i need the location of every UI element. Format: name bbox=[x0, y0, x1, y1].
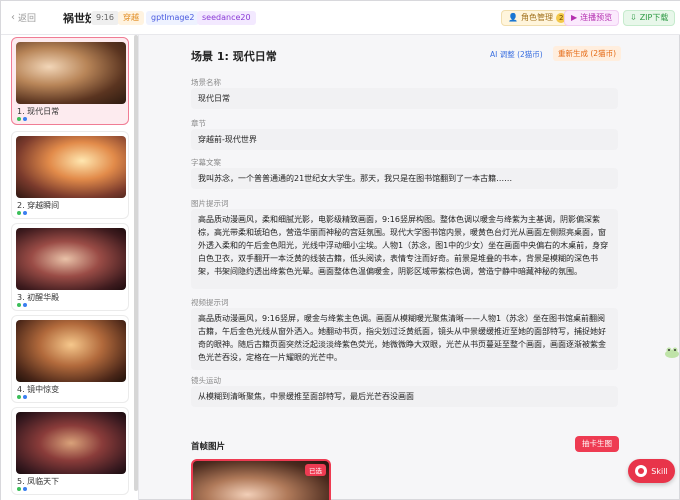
video-status-dot bbox=[23, 395, 27, 399]
github-icon bbox=[635, 465, 648, 477]
scene-editor: 场景 1: 现代日常 AI 调整 (2猫币) 重新生成 (2猫币) 场景名称 现… bbox=[151, 35, 651, 500]
skill-button[interactable]: Skill bbox=[628, 459, 675, 483]
subtitle-field[interactable]: 我叫苏念，一个普普通通的21世纪女大学生。那天，我只是在图书馆翻到了一本古籍…… bbox=[191, 168, 618, 189]
scene-thumbnail bbox=[16, 320, 126, 382]
video-prompt-field[interactable]: 高品质动漫画风，9:16竖屏，暖金与绛紫主色调。画面从模糊暖光聚焦清晰——人物1… bbox=[191, 308, 618, 370]
scene-title: 场景 1: 现代日常 bbox=[191, 50, 277, 63]
zip-download-button[interactable]: ⇩ ZIP下载 bbox=[623, 10, 676, 26]
image-model-tag: gptImage2 bbox=[146, 11, 200, 25]
continuous-preview-label: 连播预览 bbox=[580, 13, 613, 22]
ai-adjust-button[interactable]: AI 调整 (2猫币) bbox=[487, 47, 546, 62]
play-icon: ▶ bbox=[571, 13, 578, 22]
regenerate-button[interactable]: 重新生成 (2猫币) bbox=[553, 46, 622, 61]
zip-download-label: ZIP下载 bbox=[639, 13, 669, 22]
video-status-dot bbox=[23, 487, 27, 491]
status-dots bbox=[17, 303, 27, 307]
image-prompt-label: 图片提示词 bbox=[191, 199, 229, 208]
video-model-tag: seedance20 bbox=[197, 11, 256, 25]
ratio-badge: 9:16 bbox=[91, 11, 119, 25]
scene-card-label: 1. 现代日常 bbox=[17, 107, 60, 116]
scene-thumbnail bbox=[16, 228, 126, 290]
scene-card-label: 2. 穿越瞬间 bbox=[17, 201, 60, 210]
back-button[interactable]: ‹ 返回 bbox=[11, 11, 36, 24]
sidebar-scrollbar[interactable] bbox=[134, 35, 138, 491]
scene-sidebar: 1. 现代日常 2. 穿越瞬间 3. 初醒华殿 4. 镜中惊变 5. 凤临天下 bbox=[1, 35, 139, 500]
draw-image-button[interactable]: 抽卡生图 bbox=[575, 436, 619, 452]
image-status-dot bbox=[17, 487, 21, 491]
image-prompt-field[interactable]: 高品质动漫画风，柔和细腻光影，电影级精致画面，9:16竖屏构图。整体色调以暖金与… bbox=[191, 209, 618, 289]
role-management-button[interactable]: 👤 角色管理 2 bbox=[501, 10, 574, 26]
video-status-dot bbox=[23, 117, 27, 121]
scene-card-2[interactable]: 2. 穿越瞬间 bbox=[11, 131, 129, 219]
scene-card-3[interactable]: 3. 初醒华殿 bbox=[11, 223, 129, 311]
status-dots bbox=[17, 395, 27, 399]
video-status-dot bbox=[23, 303, 27, 307]
skill-label: Skill bbox=[651, 466, 668, 476]
camera-label: 镜头运动 bbox=[191, 376, 221, 385]
scene-thumbnail bbox=[16, 42, 126, 104]
scene-thumbnail bbox=[16, 412, 126, 474]
continuous-preview-button[interactable]: ▶ 连播预览 bbox=[564, 10, 620, 26]
scene-card-4[interactable]: 4. 镜中惊变 bbox=[11, 315, 129, 403]
app-window: ‹ 返回 祸世妖妃 9:16 穿越 gptImage2 seedance20 👤… bbox=[0, 0, 680, 500]
selected-badge: 已选 bbox=[305, 464, 326, 476]
image-status-dot bbox=[17, 117, 21, 121]
scene-name-field[interactable]: 现代日常 bbox=[191, 88, 618, 109]
frog-icon[interactable] bbox=[664, 346, 680, 358]
scene-name-label: 场景名称 bbox=[191, 78, 221, 87]
download-icon: ⇩ bbox=[630, 13, 637, 22]
status-dots bbox=[17, 117, 27, 121]
chapter-field[interactable]: 穿越前-现代世界 bbox=[191, 129, 618, 150]
camera-field[interactable]: 从模糊到清晰聚焦，中景缓推至面部特写，最后光芒吞没画面 bbox=[191, 386, 618, 407]
scene-card-label: 3. 初醒华殿 bbox=[17, 293, 60, 302]
chapter-label: 章节 bbox=[191, 119, 206, 128]
video-status-dot bbox=[23, 211, 27, 215]
role-management-label: 角色管理 bbox=[520, 13, 553, 22]
scene-thumbnail bbox=[16, 136, 126, 198]
user-icon: 👤 bbox=[508, 13, 518, 22]
top-bar: ‹ 返回 祸世妖妃 9:16 穿越 gptImage2 seedance20 👤… bbox=[1, 1, 680, 35]
scene-card-label: 4. 镜中惊变 bbox=[17, 385, 60, 394]
chevron-left-icon: ‹ bbox=[11, 12, 15, 23]
scene-card-1[interactable]: 1. 现代日常 bbox=[11, 37, 129, 125]
scene-card-5[interactable]: 5. 凤临天下 bbox=[11, 407, 129, 495]
scene-card-label: 5. 凤临天下 bbox=[17, 477, 60, 486]
image-status-dot bbox=[17, 211, 21, 215]
subtitle-label: 字幕文案 bbox=[191, 158, 221, 167]
image-status-dot bbox=[17, 303, 21, 307]
status-dots bbox=[17, 487, 27, 491]
back-label: 返回 bbox=[18, 14, 37, 24]
status-dots bbox=[17, 211, 27, 215]
image-status-dot bbox=[17, 395, 21, 399]
first-frame-title: 首帧图片 bbox=[191, 442, 226, 452]
video-prompt-label: 视频提示词 bbox=[191, 298, 229, 307]
genre-tag: 穿越 bbox=[118, 11, 144, 25]
first-frame-image[interactable]: 已选 bbox=[191, 459, 331, 500]
